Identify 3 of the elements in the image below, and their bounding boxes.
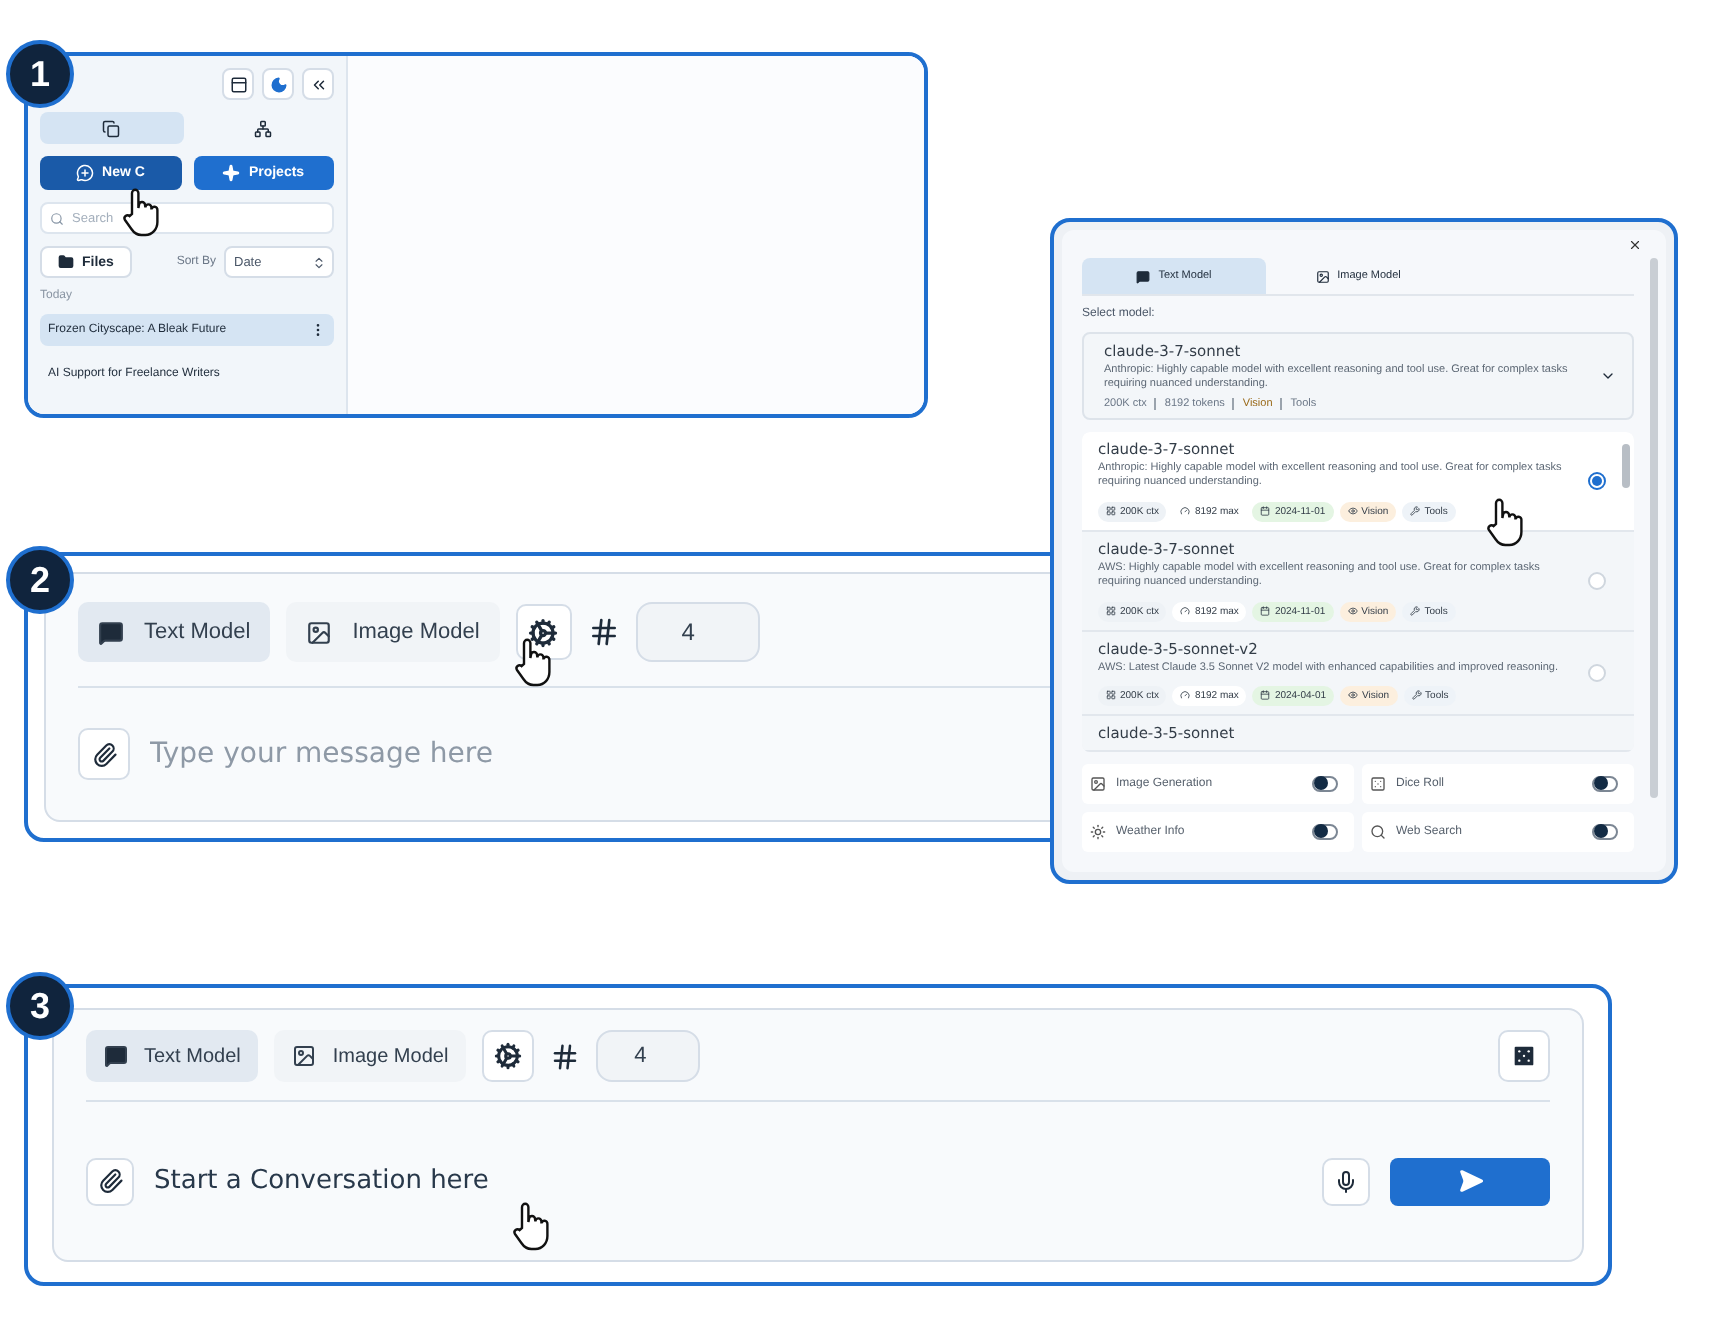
step-badge: 2 <box>6 546 74 614</box>
step-badge: 1 <box>6 40 74 108</box>
step-badge: 3 <box>6 972 74 1040</box>
